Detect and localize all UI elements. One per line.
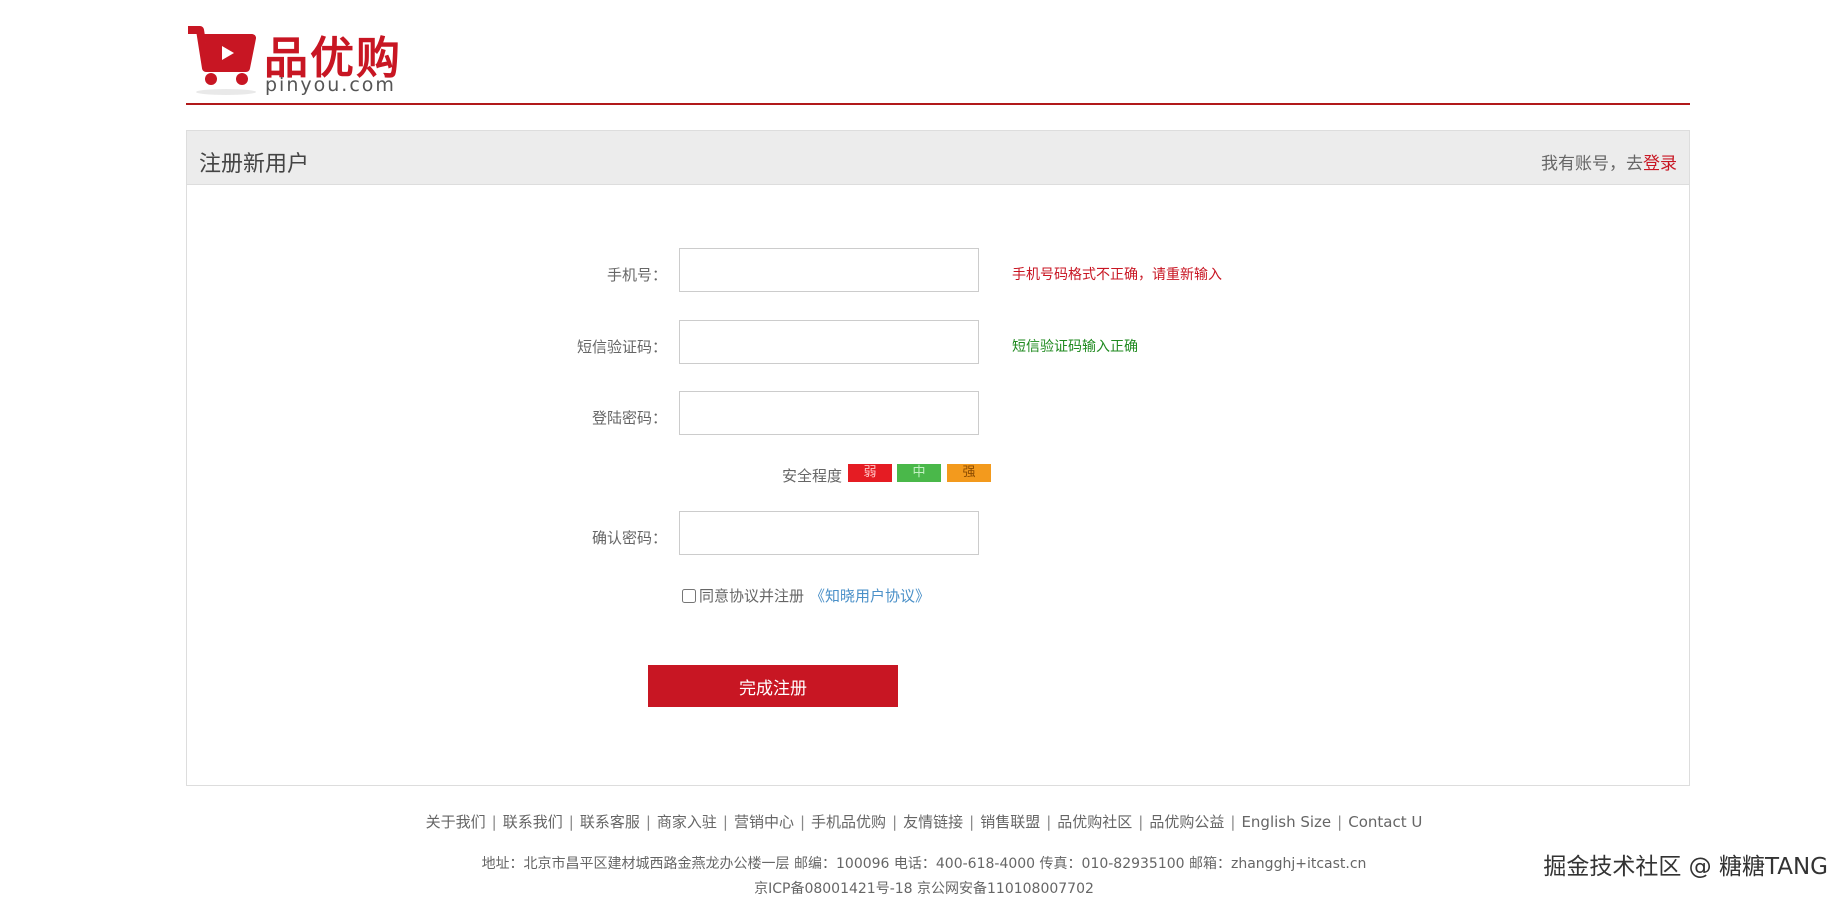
footer-link-contact[interactable]: 联系我们: [503, 813, 563, 831]
footer-separator: |: [969, 813, 975, 831]
footer-separator: |: [722, 813, 728, 831]
login-prompt: 我有账号，去登录: [1541, 149, 1677, 174]
sms-code-success-message: 短信验证码输入正确: [1012, 339, 1138, 355]
password-strength-label: 安全程度: [782, 467, 843, 485]
footer-link-alliance[interactable]: 销售联盟: [980, 813, 1040, 831]
password-label: 登陆密码：: [591, 409, 667, 427]
register-panel: 注册新用户 我有账号，去登录: [186, 130, 1690, 786]
footer-icp: 京ICP备08001421号-18 京公网安备110108007702: [754, 881, 1094, 897]
password-input[interactable]: [679, 391, 979, 435]
footer-link-support[interactable]: 联系客服: [580, 813, 640, 831]
footer-link-contact-en[interactable]: Contact U: [1348, 813, 1422, 831]
shopping-cart-icon: [186, 24, 258, 98]
watermark: 掘金技术社区 @ 糖糖TANG: [1543, 854, 1828, 880]
footer-separator: |: [645, 813, 651, 831]
panel-header: 注册新用户 我有账号，去登录: [187, 131, 1689, 185]
sms-code-label: 短信验证码：: [576, 338, 667, 356]
footer-link-english[interactable]: English Size: [1241, 813, 1331, 831]
footer-link-mobile[interactable]: 手机品优购: [811, 813, 886, 831]
login-link[interactable]: 登录: [1643, 154, 1677, 174]
footer-separator: |: [1046, 813, 1052, 831]
complete-registration-button[interactable]: 完成注册: [648, 665, 898, 707]
footer-link-charity[interactable]: 品优购公益: [1149, 813, 1224, 831]
strength-medium: 中: [897, 464, 941, 482]
footer-separator: |: [892, 813, 898, 831]
footer-separator: |: [1337, 813, 1343, 831]
phone-error-message: 手机号码格式不正确，请重新输入: [1012, 267, 1222, 283]
header-divider: [186, 103, 1690, 105]
footer-link-marketing[interactable]: 营销中心: [734, 813, 794, 831]
footer-separator: |: [568, 813, 574, 831]
footer-separator: |: [1230, 813, 1236, 831]
footer-link-merchant[interactable]: 商家入驻: [657, 813, 717, 831]
phone-input[interactable]: [679, 248, 979, 292]
confirm-password-input[interactable]: [679, 511, 979, 555]
footer-link-about[interactable]: 关于我们: [426, 813, 486, 831]
footer-separator: |: [799, 813, 806, 831]
strength-weak: 弱: [848, 464, 892, 482]
agreement-row: 同意协议并注册 《知晓用户协议》: [682, 585, 930, 606]
footer-links: 关于我们 | 联系我们 | 联系客服 | 商家入驻 | 营销中心 | 手机品优购 | 友情链接 | 销售联盟…: [0, 811, 1848, 832]
login-prompt-text: 我有账号，去: [1541, 154, 1643, 174]
footer-link-friends[interactable]: 友情链接: [903, 813, 963, 831]
user-agreement-link[interactable]: 《知晓用户协议》: [810, 585, 930, 606]
footer-separator: |: [1138, 813, 1144, 831]
brand-domain: pinyou.com: [265, 74, 396, 96]
agree-checkbox[interactable]: [682, 588, 696, 603]
phone-label: 手机号：: [606, 266, 667, 284]
agree-text: 同意协议并注册: [699, 587, 805, 605]
footer-separator: |: [491, 813, 497, 831]
sms-code-input[interactable]: [679, 320, 979, 364]
confirm-password-label: 确认密码：: [591, 529, 667, 547]
page-title: 注册新用户: [199, 152, 310, 177]
strength-strong: 强: [947, 464, 991, 482]
footer-link-community[interactable]: 品优购社区: [1057, 813, 1132, 831]
